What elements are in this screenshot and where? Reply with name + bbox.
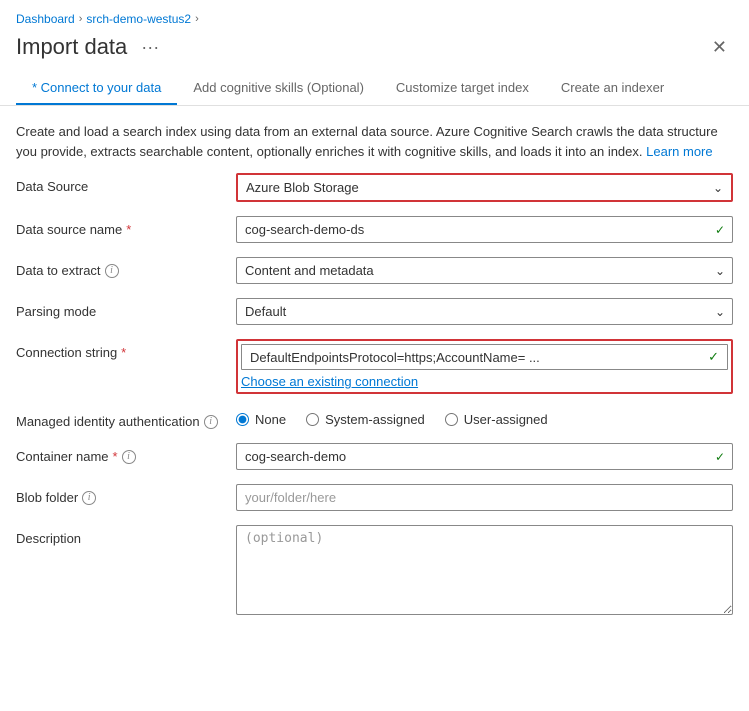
breadcrumb-sep-2: › bbox=[195, 13, 199, 25]
data-source-name-control: cog-search-demo-ds ✓ bbox=[236, 216, 733, 243]
parsing-mode-label: Parsing mode bbox=[16, 298, 236, 319]
description-textarea[interactable] bbox=[236, 525, 733, 615]
tab-cognitive[interactable]: Add cognitive skills (Optional) bbox=[177, 72, 380, 105]
data-source-name-row: Data source name * cog-search-demo-ds ✓ bbox=[16, 216, 733, 243]
container-name-label: Container name * i bbox=[16, 443, 236, 464]
data-to-extract-control: Content and metadata Storage metadata on… bbox=[236, 257, 733, 284]
choose-connection-link[interactable]: Choose an existing connection bbox=[241, 374, 418, 389]
radio-user-assigned[interactable]: User-assigned bbox=[445, 412, 548, 427]
data-source-name-select[interactable]: cog-search-demo-ds bbox=[236, 216, 733, 243]
description-control bbox=[236, 525, 733, 618]
blob-folder-info-icon[interactable]: i bbox=[82, 491, 96, 505]
tab-indexer[interactable]: Create an indexer bbox=[545, 72, 680, 105]
radio-none-input[interactable] bbox=[236, 413, 249, 426]
connection-string-value: DefaultEndpointsProtocol=https;AccountNa… bbox=[250, 350, 702, 365]
required-star-1: * bbox=[126, 222, 131, 237]
description-row: Description bbox=[16, 525, 733, 618]
managed-identity-control: None System-assigned User-assigned bbox=[236, 408, 733, 427]
page-title-row: Import data ··· bbox=[16, 34, 165, 60]
close-button[interactable]: ✕ bbox=[706, 35, 733, 60]
data-to-extract-info-icon[interactable]: i bbox=[105, 264, 119, 278]
tab-connect[interactable]: * Connect to your data bbox=[16, 72, 177, 105]
more-options-button[interactable]: ··· bbox=[135, 35, 165, 60]
parsing-mode-select[interactable]: Default Text Delimited text JSON JSON ar… bbox=[236, 298, 733, 325]
container-name-control: cog-search-demo ✓ bbox=[236, 443, 733, 470]
required-star-2: * bbox=[121, 345, 126, 360]
container-name-select[interactable]: cog-search-demo bbox=[236, 443, 733, 470]
breadcrumb: Dashboard › srch-demo-westus2 › bbox=[0, 0, 749, 30]
container-name-info-icon[interactable]: i bbox=[122, 450, 136, 464]
connection-string-label: Connection string * bbox=[16, 339, 236, 360]
tab-index[interactable]: Customize target index bbox=[380, 72, 545, 105]
tabs-row: * Connect to your data Add cognitive ski… bbox=[0, 72, 749, 106]
data-source-label: Data Source bbox=[16, 173, 236, 194]
data-to-extract-row: Data to extract i Content and metadata S… bbox=[16, 257, 733, 284]
breadcrumb-service[interactable]: srch-demo-westus2 bbox=[86, 12, 191, 26]
blob-folder-label: Blob folder i bbox=[16, 484, 236, 505]
description-label: Description bbox=[16, 525, 236, 546]
radio-none[interactable]: None bbox=[236, 412, 286, 427]
managed-identity-info-icon[interactable]: i bbox=[204, 415, 218, 429]
blob-folder-row: Blob folder i bbox=[16, 484, 733, 511]
managed-identity-row: Managed identity authentication i None S… bbox=[16, 408, 733, 429]
container-name-row: Container name * i cog-search-demo ✓ bbox=[16, 443, 733, 470]
data-source-row: Data Source Azure Blob Storage Azure SQL… bbox=[16, 173, 733, 202]
radio-system-assigned[interactable]: System-assigned bbox=[306, 412, 425, 427]
managed-identity-radio-group: None System-assigned User-assigned bbox=[236, 408, 733, 427]
data-to-extract-select[interactable]: Content and metadata Storage metadata on… bbox=[236, 257, 733, 284]
parsing-mode-row: Parsing mode Default Text Delimited text… bbox=[16, 298, 733, 325]
radio-user-assigned-input[interactable] bbox=[445, 413, 458, 426]
connection-string-control: DefaultEndpointsProtocol=https;AccountNa… bbox=[236, 339, 733, 394]
breadcrumb-sep-1: › bbox=[79, 13, 83, 25]
data-source-control: Azure Blob Storage Azure SQL Database Az… bbox=[236, 173, 733, 202]
data-source-select[interactable]: Azure Blob Storage Azure SQL Database Az… bbox=[238, 175, 731, 200]
data-source-name-label: Data source name * bbox=[16, 216, 236, 237]
page-header: Import data ··· ✕ bbox=[0, 30, 749, 72]
connection-string-row: Connection string * DefaultEndpointsProt… bbox=[16, 339, 733, 394]
blob-folder-control bbox=[236, 484, 733, 511]
form-area: Data Source Azure Blob Storage Azure SQL… bbox=[0, 173, 749, 618]
learn-more-link[interactable]: Learn more bbox=[646, 144, 712, 159]
parsing-mode-control: Default Text Delimited text JSON JSON ar… bbox=[236, 298, 733, 325]
required-star-3: * bbox=[113, 449, 118, 464]
page-title: Import data bbox=[16, 34, 127, 60]
connection-string-check: ✓ bbox=[708, 349, 719, 365]
blob-folder-input[interactable] bbox=[236, 484, 733, 511]
radio-system-assigned-input[interactable] bbox=[306, 413, 319, 426]
data-to-extract-label: Data to extract i bbox=[16, 257, 236, 278]
managed-identity-label: Managed identity authentication i bbox=[16, 408, 236, 429]
breadcrumb-dashboard[interactable]: Dashboard bbox=[16, 12, 75, 26]
description-text: Create and load a search index using dat… bbox=[0, 106, 749, 173]
